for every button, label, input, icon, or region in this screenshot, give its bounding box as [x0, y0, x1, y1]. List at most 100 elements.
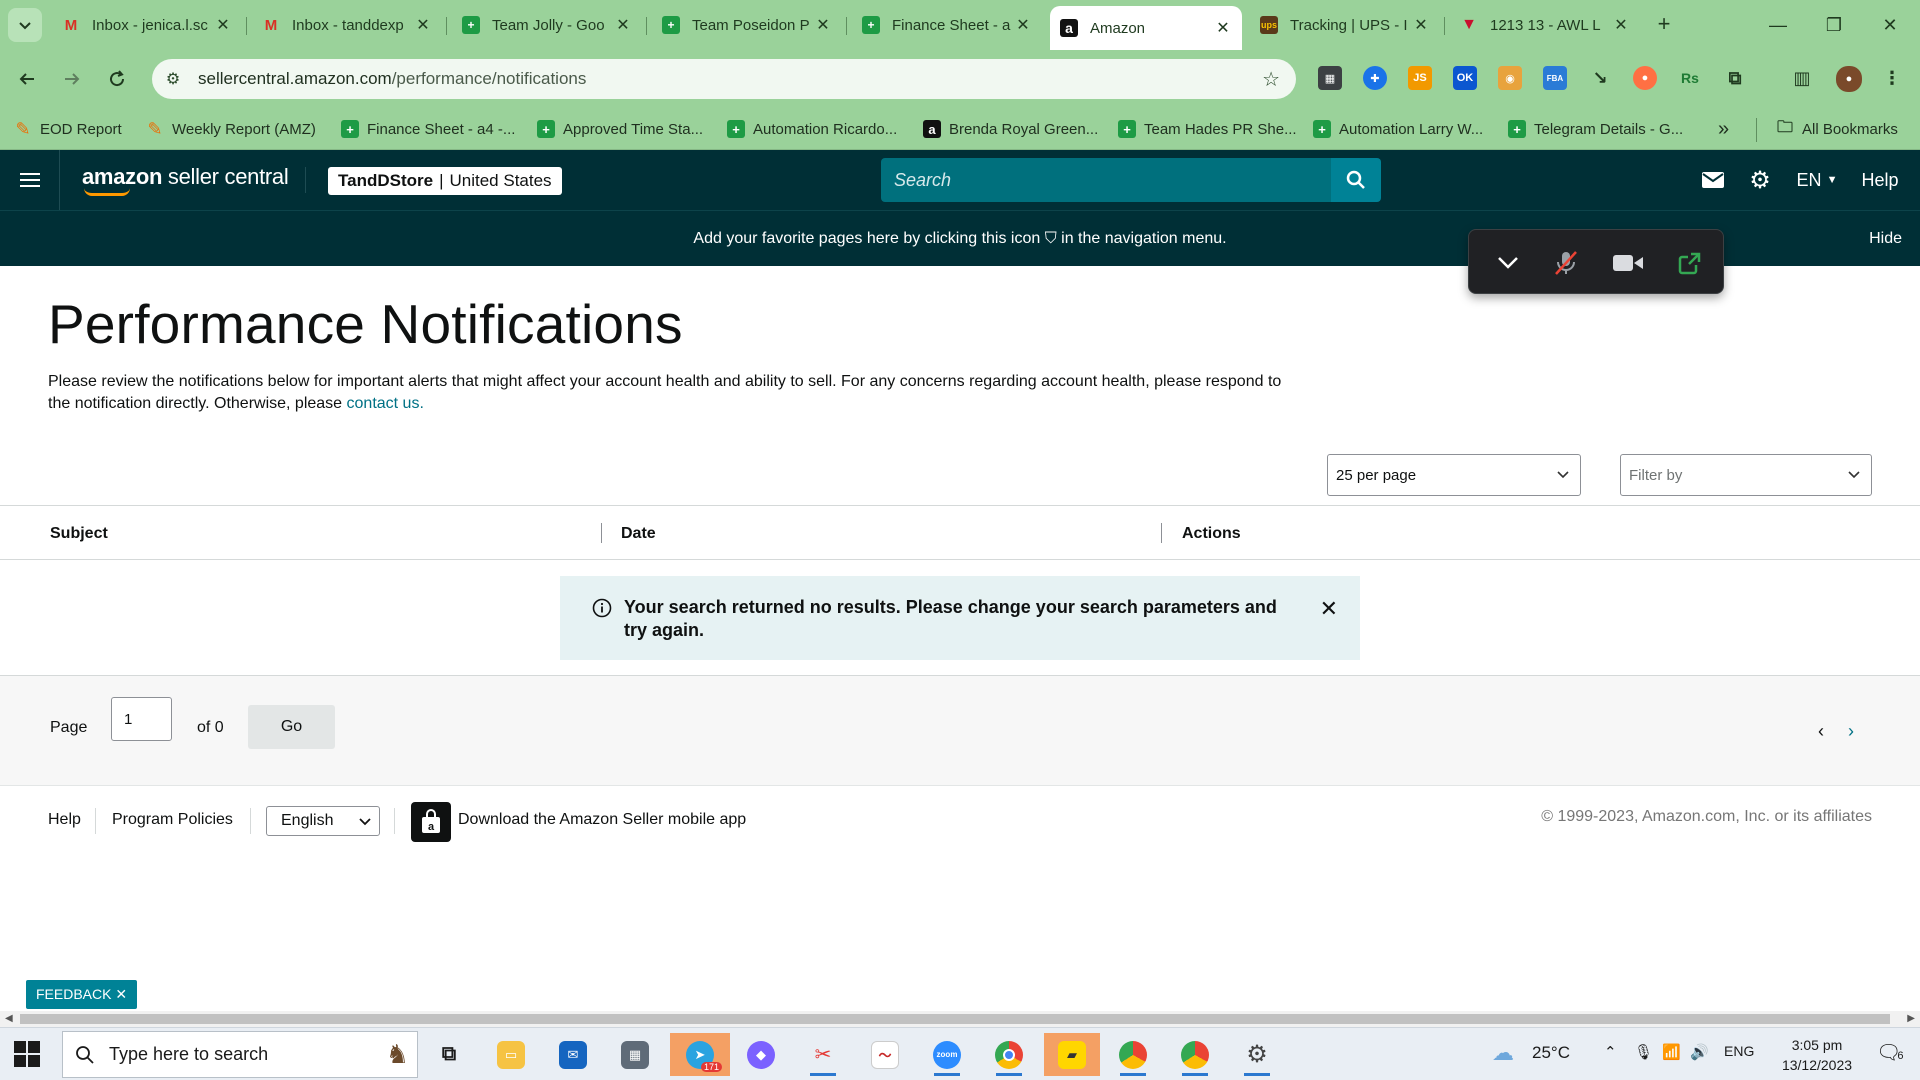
microphone-muted-icon[interactable]: [1549, 246, 1583, 280]
horizontal-scrollbar[interactable]: ◀ ▶: [0, 1011, 1920, 1027]
seller-central-logo[interactable]: amazon seller central: [82, 164, 289, 196]
next-page-chevron-icon[interactable]: ›: [1848, 721, 1854, 742]
bookmark-automation-larry[interactable]: Automation Larry W...: [1313, 118, 1483, 140]
extension-circle-icon[interactable]: ●: [1633, 66, 1657, 90]
zoom-icon[interactable]: zoom: [924, 1033, 970, 1076]
close-icon[interactable]: ✕: [1214, 18, 1232, 38]
browser-tab-amazon[interactable]: a Amazon ✕: [1050, 6, 1242, 50]
side-panel-icon[interactable]: ▥: [1790, 66, 1814, 90]
browser-tab-inbox-tanddexp[interactable]: M Inbox - tanddexp ✕: [252, 8, 442, 42]
previous-page-chevron-icon[interactable]: ‹: [1818, 721, 1824, 742]
network-icon[interactable]: 📶: [1662, 1043, 1681, 1061]
program-policies-link[interactable]: Program Policies: [112, 811, 233, 829]
microphone-icon[interactable]: 🎙: [1634, 1043, 1653, 1061]
telegram-icon[interactable]: ➤ 171: [670, 1033, 730, 1076]
window-restore-button[interactable]: ❐: [1806, 0, 1862, 50]
chrome-profile-icon[interactable]: [1110, 1033, 1156, 1076]
bookmarks-overflow-button[interactable]: »: [1718, 118, 1729, 140]
browser-tab-awl[interactable]: ▼ 1213 13 - AWL L ✕: [1450, 8, 1640, 42]
seller-search-button[interactable]: [1331, 158, 1381, 202]
close-icon[interactable]: ✕: [614, 15, 632, 35]
column-header-date[interactable]: Date: [621, 525, 656, 543]
close-icon[interactable]: ✕: [1014, 15, 1032, 35]
scrollbar-thumb[interactable]: [20, 1014, 1890, 1024]
window-minimize-button[interactable]: —: [1750, 0, 1806, 50]
browser-tab-inbox-jenica[interactable]: M Inbox - jenica.l.sc ✕: [52, 8, 242, 42]
scroll-left-icon[interactable]: ◀: [5, 1013, 13, 1024]
mail-app-icon[interactable]: ✉: [550, 1033, 596, 1076]
browser-tab-finance-sheet[interactable]: Finance Sheet - a ✕: [852, 8, 1042, 42]
chrome-profile-icon[interactable]: [1172, 1033, 1218, 1076]
language-selector[interactable]: EN ▼: [1794, 166, 1840, 194]
bookmark-eod-report[interactable]: ✎ EOD Report: [14, 118, 121, 140]
close-icon[interactable]: ✕: [1612, 15, 1630, 35]
extensions-puzzle-icon[interactable]: ⧉: [1723, 66, 1747, 90]
forward-button[interactable]: [55, 62, 89, 96]
js-extension-icon[interactable]: JS: [1408, 66, 1432, 90]
ok-extension-icon[interactable]: OK: [1453, 66, 1477, 90]
all-bookmarks-button[interactable]: 🗀 All Bookmarks: [1776, 118, 1898, 140]
close-icon[interactable]: ✕: [814, 15, 832, 35]
extension-compass-icon[interactable]: ✚: [1363, 66, 1387, 90]
snipping-tool-icon[interactable]: ✂: [800, 1033, 846, 1076]
tab-search-button[interactable]: [8, 8, 42, 42]
bookmark-telegram-details[interactable]: Telegram Details - G...: [1508, 118, 1683, 140]
header-help-link[interactable]: Help: [1860, 166, 1900, 194]
bookmark-weekly-report[interactable]: ✎ Weekly Report (AMZ): [146, 118, 315, 140]
settings-gear-icon[interactable]: ⚙: [1746, 166, 1774, 194]
browser-tab-ups-tracking[interactable]: ups Tracking | UPS - I ✕: [1250, 8, 1440, 42]
audio-app-icon[interactable]: 〜: [862, 1033, 908, 1076]
settings-gear-icon[interactable]: ⚙: [1234, 1033, 1280, 1076]
feedback-button[interactable]: FEEDBACK ✕: [26, 980, 138, 1009]
volume-icon[interactable]: 🔊: [1690, 1043, 1709, 1061]
profile-avatar[interactable]: ●: [1836, 66, 1862, 92]
filter-by-select[interactable]: Filter by: [1620, 454, 1872, 496]
sticky-notes-icon[interactable]: ▰: [1044, 1033, 1100, 1076]
amazon-app-icon[interactable]: a: [411, 802, 451, 842]
bookmark-automation-ricardo[interactable]: Automation Ricardo...: [727, 118, 897, 140]
clock[interactable]: 3:05 pm 13/12/2023: [1772, 1035, 1862, 1075]
input-language[interactable]: ENG: [1724, 1043, 1754, 1059]
menu-hamburger-icon[interactable]: [16, 166, 44, 194]
new-tab-button[interactable]: +: [1650, 10, 1678, 38]
bookmark-finance-sheet[interactable]: Finance Sheet - a4 -...: [341, 118, 515, 140]
qr-extension-icon[interactable]: ▦: [1318, 66, 1342, 90]
contact-us-link[interactable]: contact us.: [347, 395, 424, 412]
temperature-text[interactable]: 25°C: [1532, 1043, 1570, 1063]
task-view-icon[interactable]: ⧉: [426, 1033, 472, 1076]
close-icon[interactable]: ✕: [1412, 15, 1430, 35]
copilot-icon[interactable]: ◆: [738, 1033, 784, 1076]
mail-icon[interactable]: [1700, 166, 1726, 194]
file-explorer-icon[interactable]: ▭: [488, 1033, 534, 1076]
store-selector[interactable]: TandDStore | United States: [328, 167, 562, 195]
extension-rs-icon[interactable]: Rs: [1678, 66, 1702, 90]
weather-cloud-icon[interactable]: ☁: [1492, 1040, 1514, 1066]
address-bar[interactable]: ⚙ sellercentral.amazon.com/performance/n…: [152, 59, 1296, 99]
collapse-chevron-icon[interactable]: [1491, 246, 1525, 280]
taskbar-search-box[interactable]: Type here to search ♞: [62, 1031, 418, 1078]
close-icon[interactable]: ✕: [1320, 596, 1338, 622]
close-icon[interactable]: ✕: [414, 15, 432, 35]
hide-banner-button[interactable]: Hide: [1869, 230, 1902, 248]
footer-help-link[interactable]: Help: [48, 811, 81, 829]
seller-search-input[interactable]: Search: [881, 158, 1331, 202]
site-info-icon[interactable]: ⚙: [158, 64, 188, 94]
browser-menu-icon[interactable]: ⋮: [1880, 66, 1904, 90]
download-app-link[interactable]: Download the Amazon Seller mobile app: [458, 811, 746, 829]
back-button[interactable]: [10, 62, 44, 96]
fba-extension-icon[interactable]: FBA: [1543, 66, 1567, 90]
scroll-right-icon[interactable]: ▶: [1907, 1013, 1915, 1024]
close-icon[interactable]: ✕: [214, 15, 232, 35]
go-button[interactable]: Go: [248, 705, 335, 749]
popout-icon[interactable]: [1673, 246, 1707, 280]
bookmark-team-hades[interactable]: Team Hades PR She...: [1118, 118, 1297, 140]
chrome-icon[interactable]: [986, 1033, 1032, 1076]
column-header-subject[interactable]: Subject: [50, 525, 108, 543]
browser-tab-team-poseidon[interactable]: Team Poseidon P ✕: [652, 8, 842, 42]
reload-button[interactable]: [100, 62, 134, 96]
bookmark-star-icon[interactable]: ☆: [1262, 67, 1280, 92]
bookmark-brenda-royal[interactable]: a Brenda Royal Green...: [923, 118, 1098, 140]
tray-overflow-icon[interactable]: ⌃: [1604, 1043, 1617, 1061]
extension-jar-icon[interactable]: ◉: [1498, 66, 1522, 90]
video-camera-icon[interactable]: [1611, 246, 1645, 280]
